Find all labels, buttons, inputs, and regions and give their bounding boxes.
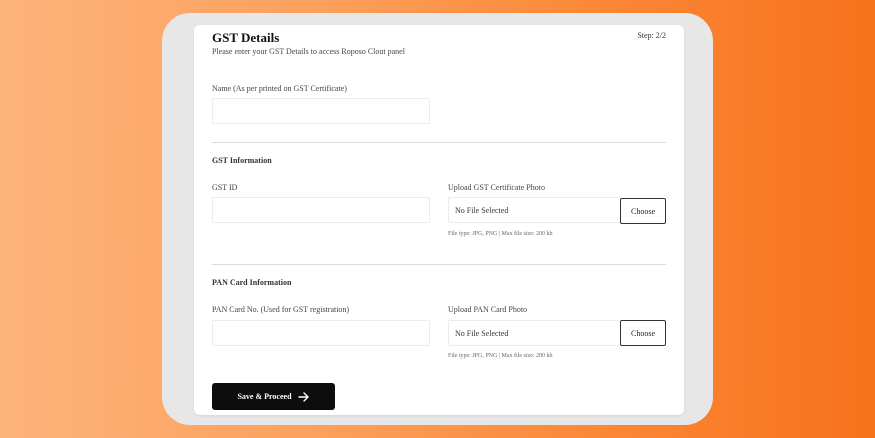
save-proceed-button[interactable]: Save & Proceed <box>212 383 335 410</box>
pan-section-heading: PAN Card Information <box>212 278 292 287</box>
name-label: Name (As per printed on GST Certificate) <box>212 84 347 93</box>
pan-upload-label: Upload PAN Card Photo <box>448 305 528 314</box>
gst-id-input[interactable] <box>212 197 430 223</box>
gst-file-status: No File Selected <box>455 205 509 215</box>
pan-choose-button[interactable]: Choose <box>620 320 666 346</box>
gst-file-display: No File Selected <box>448 197 621 223</box>
divider <box>212 142 666 143</box>
page-title: GST Details <box>212 30 280 45</box>
step-indicator: Step: 2/2 <box>637 31 666 40</box>
save-proceed-label: Save & Proceed <box>237 392 292 401</box>
pan-file-hint: File type: JPG, PNG | Max file size: 200… <box>448 353 553 359</box>
gst-details-card: GST Details Please enter your GST Detail… <box>194 25 684 415</box>
pan-number-label: PAN Card No. (Used for GST registration) <box>212 305 350 314</box>
gst-id-label: GST ID <box>212 183 238 192</box>
pan-number-input[interactable] <box>212 320 430 346</box>
gst-section-heading: GST Information <box>212 156 272 165</box>
name-input[interactable] <box>212 98 430 124</box>
page-subtitle: Please enter your GST Details to access … <box>212 47 405 56</box>
divider <box>212 264 666 265</box>
gst-file-hint: File type: JPG, PNG | Max file size: 200… <box>448 231 553 237</box>
gst-upload-label: Upload GST Certificate Photo <box>448 183 545 192</box>
pan-file-status: No File Selected <box>455 328 509 338</box>
pan-file-display: No File Selected <box>448 320 621 346</box>
arrow-right-icon <box>297 391 309 402</box>
gst-choose-button[interactable]: Choose <box>620 198 666 224</box>
